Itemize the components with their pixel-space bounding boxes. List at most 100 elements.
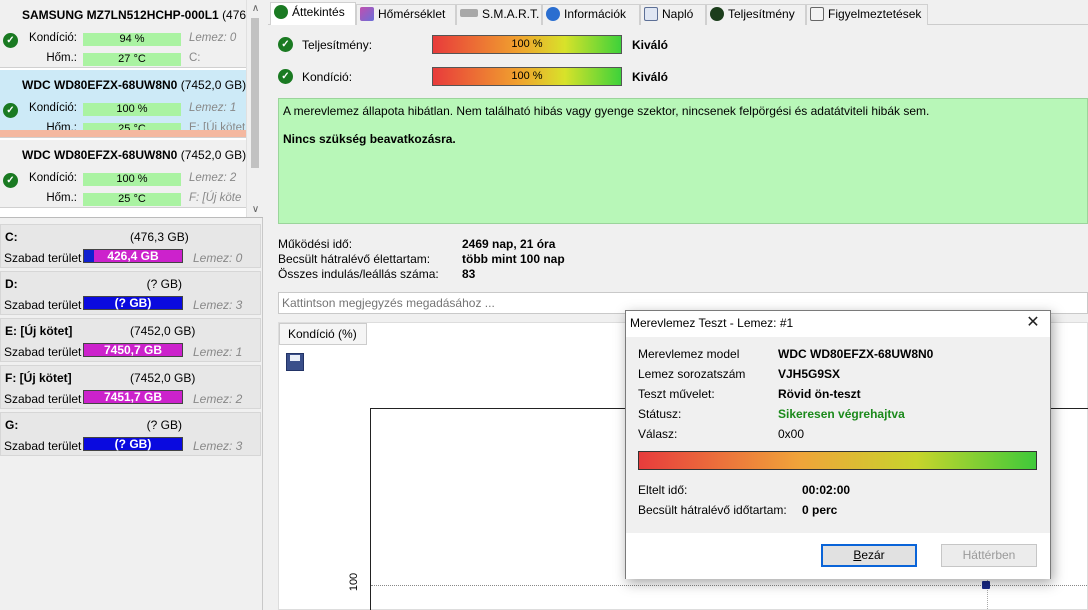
tab-label: Információk — [564, 7, 627, 21]
tab-smart[interactable]: S.M.A.R.T. — [456, 4, 542, 25]
volume-name: G: — [5, 418, 19, 432]
volume-item-f[interactable]: F: [Új kötet] (7452,0 GB) Szabad terület… — [0, 365, 261, 409]
volume-name: C: — [5, 230, 18, 244]
disk-temp-row: Hőm.: 25 °C F: [Új köte — [0, 192, 246, 207]
disk-list-scrollbar[interactable]: ∧ ∨ — [246, 0, 263, 217]
free-space-value: 7450,7 GB — [103, 343, 163, 357]
condition-label: Kondíció: — [29, 32, 77, 44]
volume-item-g[interactable]: G: (? GB) Szabad terület (? GB) Lemez: 3 — [0, 412, 261, 456]
free-space-label: Szabad terület — [4, 392, 82, 406]
volume-item-c[interactable]: C: (476,3 GB) Szabad terület 426,4 GB Le… — [0, 224, 261, 268]
free-space-bar: 426,4 GB — [83, 249, 183, 263]
free-space-bar: 7450,7 GB — [83, 343, 183, 357]
volume-disk-note: Lemez: 3 — [193, 439, 243, 453]
performance-label: Teljesítmény: — [302, 38, 373, 52]
free-space-value: (? GB) — [114, 296, 152, 310]
condition-bar: 100 % — [83, 173, 181, 186]
tab-overview[interactable]: Áttekintés — [270, 2, 356, 26]
disk-size: (7452,0 GB) — [180, 78, 246, 92]
uptime-value: 2469 nap, 21 óra — [462, 237, 556, 251]
tab-warnings[interactable]: Figyelmeztetések — [806, 4, 928, 25]
tab-performance[interactable]: Teljesítmény — [706, 4, 806, 25]
uptime-label: Működési idő: — [278, 237, 353, 251]
chart-tab-condition[interactable]: Kondíció (%) — [279, 323, 367, 345]
startstop-row: Összes indulás/leállás száma: 83 — [278, 267, 778, 282]
answer-label: Válasz: — [638, 427, 678, 441]
close-button[interactable]: Bezár — [821, 544, 917, 567]
free-space-value: 426,4 GB — [107, 249, 159, 263]
free-space-value: 7451,7 GB — [103, 390, 163, 404]
condition-label: Kondíció: — [29, 102, 77, 114]
performance-rating: Kiváló — [632, 38, 669, 52]
elapsed-value: 00:02:00 — [802, 483, 851, 497]
remaining-label: Becsült hátralévő időtartam: — [638, 503, 787, 517]
free-space-label: Szabad terület — [4, 345, 82, 359]
chevron-up-icon[interactable]: ∧ — [247, 0, 263, 17]
tab-log[interactable]: Napló — [640, 4, 706, 25]
disk-item-2[interactable]: WDC WD80EFZX-68UW8N0 (7452,0 GB) ✓ Kondí… — [0, 140, 246, 208]
check-icon: ✓ — [278, 69, 293, 84]
volume-size: (476,3 GB) — [130, 230, 189, 244]
chart-gridline-100 — [371, 585, 1088, 586]
disk-condition-row: ✓ Kondíció: 94 % Lemez: 0 — [0, 32, 246, 48]
disk-condition-row: ✓ Kondíció: 100 % Lemez: 2 — [0, 172, 246, 188]
disk-model: SAMSUNG MZ7LN512HCHP-000L1 — [22, 8, 219, 22]
elapsed-label: Eltelt idő: — [638, 483, 688, 497]
disk-size: (7452,0 GB) — [180, 148, 246, 162]
volume-disk-note: Lemez: 0 — [193, 251, 243, 265]
volume-name: E: [Új kötet] — [5, 324, 73, 338]
free-space-value: (? GB) — [114, 437, 152, 451]
tab-temperature[interactable]: Hőmérséklet — [356, 4, 456, 25]
condition-label: Kondíció: — [302, 70, 353, 84]
tab-label: Napló — [662, 7, 694, 21]
operation-label: Teszt művelet: — [638, 387, 715, 401]
lifetime-value: több mint 100 nap — [462, 252, 565, 266]
dialog-body: Merevlemez model WDC WD80EFZX-68UW8N0 Le… — [626, 337, 1050, 533]
disk-item-0[interactable]: SAMSUNG MZ7LN512HCHP-000L1 (476 ✓ Kondíc… — [0, 0, 246, 68]
free-space-bar: (? GB) — [83, 296, 183, 310]
disk-item-1[interactable]: WDC WD80EFZX-68UW8N0 (7452,0 GB) ✓ Kondí… — [0, 70, 246, 138]
condition-bar: 100 % — [83, 103, 181, 116]
performance-metric: ✓ Teljesítmény: 100 % Kiváló — [278, 35, 778, 55]
status-label: Státusz: — [638, 407, 682, 421]
free-space-bar: (? GB) — [83, 437, 183, 451]
tab-label: Áttekintés — [292, 5, 345, 19]
condition-bar: 100 % — [432, 67, 622, 86]
status-summary: A merevlemez állapota hibátlan. Nem talá… — [278, 98, 1088, 224]
check-circle-icon — [274, 5, 288, 19]
lifetime-row: Becsült hátralévő élettartam: több mint … — [278, 252, 778, 267]
volume-item-e[interactable]: E: [Új kötet] (7452,0 GB) Szabad terület… — [0, 318, 261, 362]
remaining-value: 0 perc — [802, 503, 838, 517]
left-panel: SAMSUNG MZ7LN512HCHP-000L1 (476 ✓ Kondíc… — [0, 0, 263, 610]
disk-model: WDC WD80EFZX-68UW8N0 — [22, 78, 178, 92]
free-space-label: Szabad terület — [4, 298, 82, 312]
disk-name: WDC WD80EFZX-68UW8N0 (7452,0 GB) — [22, 148, 246, 162]
check-icon: ✓ — [3, 103, 18, 118]
startstop-value: 83 — [462, 267, 476, 281]
uptime-row: Működési idő: 2469 nap, 21 óra — [278, 237, 778, 252]
dialog-title: Merevlemez Teszt - Lemez: #1 — [626, 311, 1050, 337]
tab-label: Teljesítmény — [728, 7, 795, 21]
background-button[interactable]: Háttérben — [941, 544, 1037, 567]
temperature-strip — [0, 130, 246, 137]
volume-item-d[interactable]: D: (? GB) Szabad terület (? GB) Lemez: 3 — [0, 271, 261, 315]
free-space-label: Szabad terület — [4, 439, 82, 453]
disk-stats: Működési idő: 2469 nap, 21 óra Becsült h… — [278, 237, 778, 282]
scrollbar-thumb[interactable] — [251, 18, 259, 168]
free-space-bar: 7451,7 GB — [83, 390, 183, 404]
free-space-label: Szabad terület — [4, 251, 82, 265]
tab-information[interactable]: Információk — [542, 4, 640, 25]
disk-model: WDC WD80EFZX-68UW8N0 — [22, 148, 178, 162]
tab-label: Figyelmeztetések — [828, 7, 922, 21]
save-icon[interactable] — [286, 353, 304, 371]
model-label: Merevlemez model — [638, 347, 740, 361]
disk-test-dialog: Merevlemez Teszt - Lemez: #1 ✕ Merevleme… — [625, 310, 1051, 579]
startstop-label: Összes indulás/leállás száma: — [278, 267, 439, 281]
volume-size: (7452,0 GB) — [130, 371, 196, 385]
drive-note: F: [Új köte — [189, 192, 242, 204]
volume-size: (? GB) — [146, 277, 182, 291]
disk-name: WDC WD80EFZX-68UW8N0 (7452,0 GB) — [22, 78, 246, 92]
disk-list: SAMSUNG MZ7LN512HCHP-000L1 (476 ✓ Kondíc… — [0, 0, 263, 218]
close-icon[interactable]: ✕ — [1024, 314, 1042, 332]
chevron-down-icon[interactable]: ∨ — [247, 201, 263, 217]
